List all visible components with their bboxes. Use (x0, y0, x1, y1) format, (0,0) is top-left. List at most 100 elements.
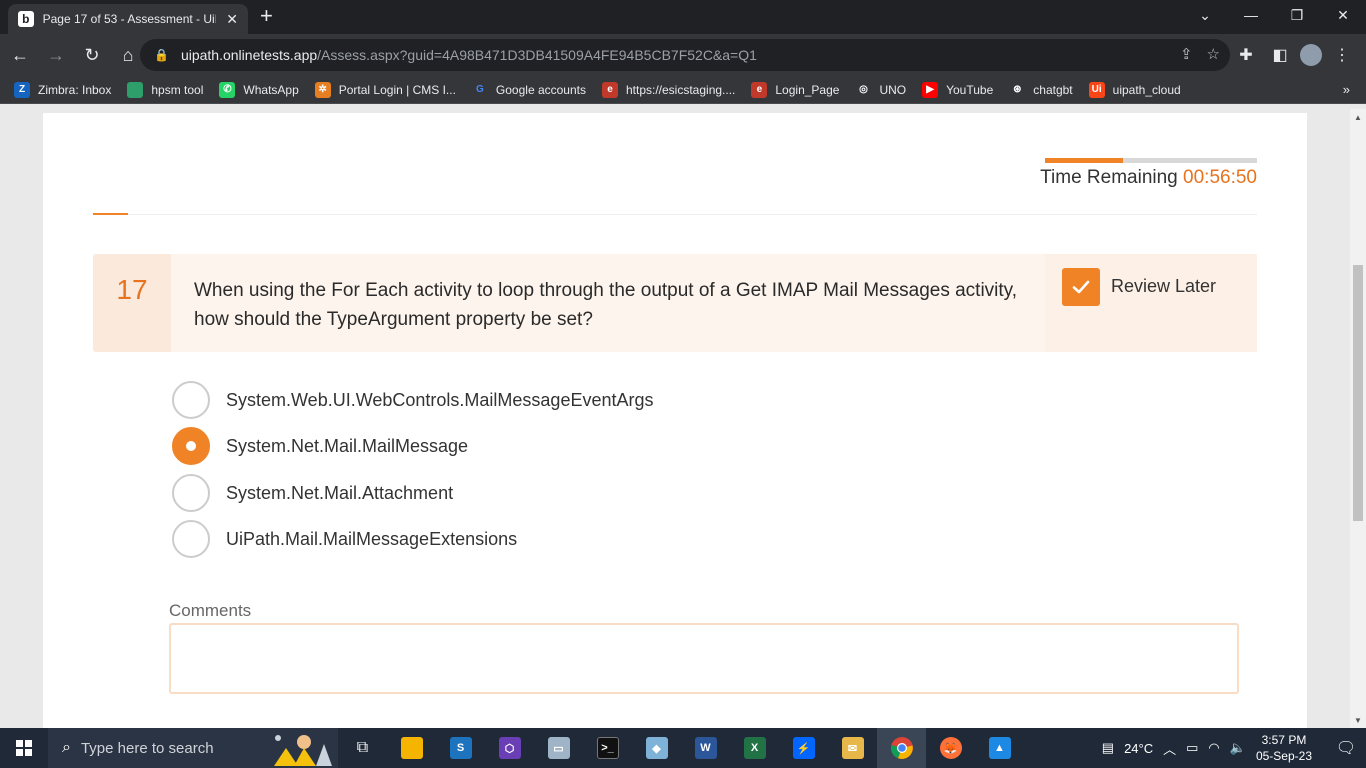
back-icon[interactable]: ← (4, 39, 36, 71)
bookmark-item[interactable]: e Login_Page (751, 81, 840, 98)
bookmark-label: Login_Page (775, 82, 840, 97)
browser-toolbar: ← → ↻ ⌂ 🔒 uipath.onlinetests.app/Assess.… (0, 34, 1366, 76)
bookmark-icon: ⊛ (1013, 84, 1022, 95)
tab-title: Page 17 of 53 - Assessment - UiP (42, 12, 217, 26)
option-4[interactable]: UiPath.Mail.MailMessageExtensions (172, 519, 517, 559)
bookmark-label: Google accounts (495, 82, 586, 97)
bookmark-item[interactable]: e https://esicstaging.... (601, 81, 736, 98)
timer-progress-fill (1045, 158, 1124, 163)
bookmark-item[interactable]: ✆ WhatsApp (219, 81, 299, 98)
app-hex-icon[interactable]: ⬡ (485, 728, 534, 768)
bookmark-icon: ✲ (314, 81, 331, 98)
hidden-icons-chevron-icon[interactable]: ︿ (1163, 739, 1176, 758)
bookmark-icon (127, 81, 144, 98)
lock-icon[interactable]: 🔒 (154, 48, 169, 62)
page-scrollbar[interactable]: ▲ ▼ (1350, 109, 1366, 728)
bookmark-label: hpsm tool (151, 82, 204, 97)
word-icon[interactable]: W (681, 728, 730, 768)
scroll-up-icon[interactable]: ▲ (1350, 109, 1366, 125)
new-tab-icon[interactable]: + (260, 5, 273, 27)
review-later-checkbox[interactable] (1062, 268, 1100, 306)
bookmark-item[interactable]: ▶ YouTube (922, 81, 994, 98)
option-3[interactable]: System.Net.Mail.Attachment (172, 473, 453, 513)
bookmark-star-icon[interactable]: ☆ (1207, 45, 1220, 63)
remote-desktop-icon[interactable]: ▭ (534, 728, 583, 768)
bookmark-icon: e (601, 81, 618, 98)
side-panel-icon[interactable]: ◧ (1266, 39, 1294, 71)
bookmark-label: Zimbra: Inbox (38, 82, 112, 97)
tab-close-icon[interactable]: ✕ (226, 11, 238, 28)
browser-tab[interactable]: b Page 17 of 53 - Assessment - UiP ✕ (8, 4, 248, 34)
option-radio[interactable] (172, 520, 210, 558)
url-host: uipath.onlinetests.app (180, 47, 318, 63)
option-label: System.Net.Mail.MailMessage (226, 435, 469, 456)
task-view-icon[interactable]: ⧉ (338, 728, 387, 768)
comments-textarea[interactable] (169, 623, 1239, 694)
app-diamond-icon[interactable]: ◆ (632, 728, 681, 768)
option-label: System.Web.UI.WebControls.MailMessageEve… (226, 389, 654, 410)
option-label: UiPath.Mail.MailMessageExtensions (226, 528, 518, 549)
reload-icon[interactable]: ↻ (76, 39, 108, 71)
close-window-icon[interactable]: ✕ (1320, 0, 1366, 30)
option-radio[interactable] (172, 381, 210, 419)
option-2[interactable]: System.Net.Mail.MailMessage (172, 426, 468, 466)
taskbar-search[interactable]: ⌕ Type here to search (48, 728, 338, 768)
wifi-icon[interactable]: ◠ (1208, 740, 1219, 756)
app-s-icon[interactable]: S (436, 728, 485, 768)
scroll-down-icon[interactable]: ▼ (1350, 712, 1366, 728)
header-divider (93, 214, 1257, 215)
excel-icon[interactable]: X (730, 728, 779, 768)
power-automate-icon[interactable]: ⚡ (779, 728, 828, 768)
bookmark-item[interactable]: ◎ UNO (855, 82, 906, 98)
profile-avatar[interactable] (1300, 44, 1322, 66)
bookmark-icon: ▶ (922, 81, 939, 98)
file-explorer-icon[interactable] (387, 728, 436, 768)
bookmark-label: chatgbt (1033, 82, 1073, 97)
system-tray: ▤ 24°C ︿ ▭ ◠ 🔈 3:57 PM 05-Sep-23 🗨 (1102, 728, 1366, 768)
chrome-logo-icon (890, 737, 913, 759)
weather-icon[interactable]: ▤ (1102, 740, 1114, 756)
checkmark-icon (1072, 280, 1090, 294)
bookmark-item[interactable]: ✲ Portal Login | CMS I... (314, 81, 456, 98)
bookmark-item[interactable]: Ui uipath_cloud (1088, 81, 1181, 98)
notifications-icon[interactable]: 🗨 (1326, 728, 1366, 768)
minimize-icon[interactable]: — (1228, 0, 1274, 30)
firefox-icon[interactable]: 🦊 (926, 728, 975, 768)
weather-temp[interactable]: 24°C (1124, 741, 1153, 756)
start-button[interactable] (0, 728, 48, 768)
restore-icon[interactable]: ❐ (1274, 0, 1320, 30)
option-1[interactable]: System.Web.UI.WebControls.MailMessageEve… (172, 380, 654, 420)
app-folder-icon[interactable]: ✉ (828, 728, 877, 768)
timer-value: 00:56:50 (1183, 167, 1257, 188)
review-later: Review Later (1045, 254, 1257, 352)
bookmarks-bar: Z Zimbra: Inbox hpsm tool ✆ WhatsApp ✲ Portal … (0, 76, 1366, 104)
bookmark-label: https://esicstaging.... (625, 82, 736, 97)
tab-search-chevron-icon[interactable]: ⌄ (1182, 0, 1228, 30)
assessment-card: Time Remaining 00:56:50 17 When using th… (43, 113, 1307, 728)
clock-date: 05-Sep-23 (1255, 749, 1312, 763)
photos-icon[interactable]: ▲ (975, 728, 1024, 768)
terminal-icon[interactable]: >_ (583, 728, 632, 768)
bookmarks-overflow-icon[interactable]: » (1343, 82, 1350, 97)
address-bar[interactable]: 🔒 uipath.onlinetests.app/Assess.aspx?gui… (140, 39, 1230, 71)
bookmark-icon: ◎ (859, 84, 868, 95)
forward-icon[interactable]: → (40, 39, 72, 71)
search-highlight-illustration (274, 735, 332, 766)
option-radio[interactable] (172, 427, 210, 465)
bookmark-item[interactable]: ⊛ chatgbt (1009, 82, 1073, 98)
bookmark-label: YouTube (946, 82, 994, 97)
chrome-icon[interactable] (877, 728, 926, 768)
volume-icon[interactable]: 🔈 (1230, 740, 1246, 756)
battery-icon[interactable]: ▭ (1186, 740, 1198, 756)
bookmark-item[interactable]: G Google accounts (472, 82, 586, 98)
search-placeholder: Type here to search (80, 739, 214, 757)
option-radio[interactable] (172, 474, 210, 512)
menu-icon[interactable]: ⋮ (1328, 39, 1356, 71)
scroll-thumb[interactable] (1353, 265, 1363, 521)
clock[interactable]: 3:57 PM 05-Sep-23 (1256, 732, 1312, 764)
bookmark-item[interactable]: Z Zimbra: Inbox (14, 81, 112, 98)
extensions-icon[interactable]: ✚ (1232, 39, 1260, 71)
share-icon[interactable]: ⇪ (1180, 45, 1193, 63)
bookmark-item[interactable]: hpsm tool (127, 81, 204, 98)
timer-progress-bar (1045, 158, 1257, 163)
